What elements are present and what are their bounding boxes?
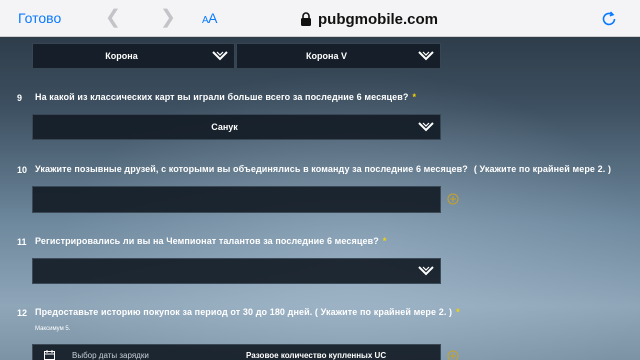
- required-mark: *: [382, 236, 387, 246]
- chevron-down-icon: [212, 51, 228, 61]
- required-mark: *: [412, 92, 417, 102]
- chevron-down-icon: [418, 266, 434, 276]
- lock-icon: [301, 11, 311, 26]
- question-10-label: Укажите позывные друзей, с которыми вы о…: [35, 164, 611, 174]
- championship-select[interactable]: [32, 258, 441, 284]
- purchase-date-input[interactable]: Выбор даты зарядки: [72, 351, 149, 360]
- select-value: Корона: [105, 51, 138, 61]
- select-value: [33, 259, 416, 283]
- reload-icon[interactable]: [600, 10, 618, 28]
- question-text: Предоставьте историю покупок за период о…: [35, 307, 453, 317]
- question-number: 11: [17, 237, 27, 247]
- add-icon[interactable]: [447, 350, 459, 360]
- map-select[interactable]: Санук: [32, 114, 441, 140]
- question-text: Укажите позывные друзей, с которыми вы о…: [35, 164, 468, 174]
- question-11-label: Регистрировались ли вы на Чемпионат тала…: [35, 236, 386, 246]
- text-size-button[interactable]: AA: [202, 10, 218, 26]
- text-size-large-label: A: [208, 10, 218, 26]
- select-value: Санук: [211, 122, 238, 132]
- select-value: Корона V: [306, 51, 347, 61]
- question-number: 12: [17, 308, 28, 318]
- chevron-down-icon: [418, 122, 434, 132]
- done-button[interactable]: Готово: [18, 10, 61, 26]
- max-note: Максимум 5.: [35, 326, 71, 332]
- question-number: 9: [17, 93, 23, 103]
- question-text: На какой из классических карт вы играли …: [35, 92, 409, 102]
- question-9-label: На какой из классических карт вы играли …: [35, 92, 416, 102]
- required-mark: *: [456, 307, 460, 317]
- friends-input[interactable]: [32, 186, 441, 213]
- url-text: pubgmobile.com: [318, 10, 438, 28]
- question-12-label: Предоставьте историю покупок за период о…: [35, 307, 460, 317]
- back-icon[interactable]: ❮: [105, 6, 121, 30]
- previous-select-right[interactable]: Корона V: [236, 43, 441, 69]
- previous-select-left[interactable]: Корона: [32, 43, 235, 69]
- chevron-down-icon: [418, 51, 434, 61]
- add-icon[interactable]: [447, 193, 459, 205]
- browser-toolbar: Готово ❮ ❯ AA pubgmobile.com: [0, 0, 640, 37]
- question-number: 10: [17, 165, 28, 175]
- question-hint: ( Укажите по крайней мере 2. ): [473, 164, 612, 174]
- uc-quantity-input[interactable]: Разовое количество купленных UC: [246, 351, 386, 360]
- calendar-icon[interactable]: [44, 350, 55, 360]
- forward-icon[interactable]: ❯: [160, 6, 176, 30]
- address-bar[interactable]: pubgmobile.com: [300, 9, 438, 29]
- question-text: Регистрировались ли вы на Чемпионат тала…: [35, 236, 379, 246]
